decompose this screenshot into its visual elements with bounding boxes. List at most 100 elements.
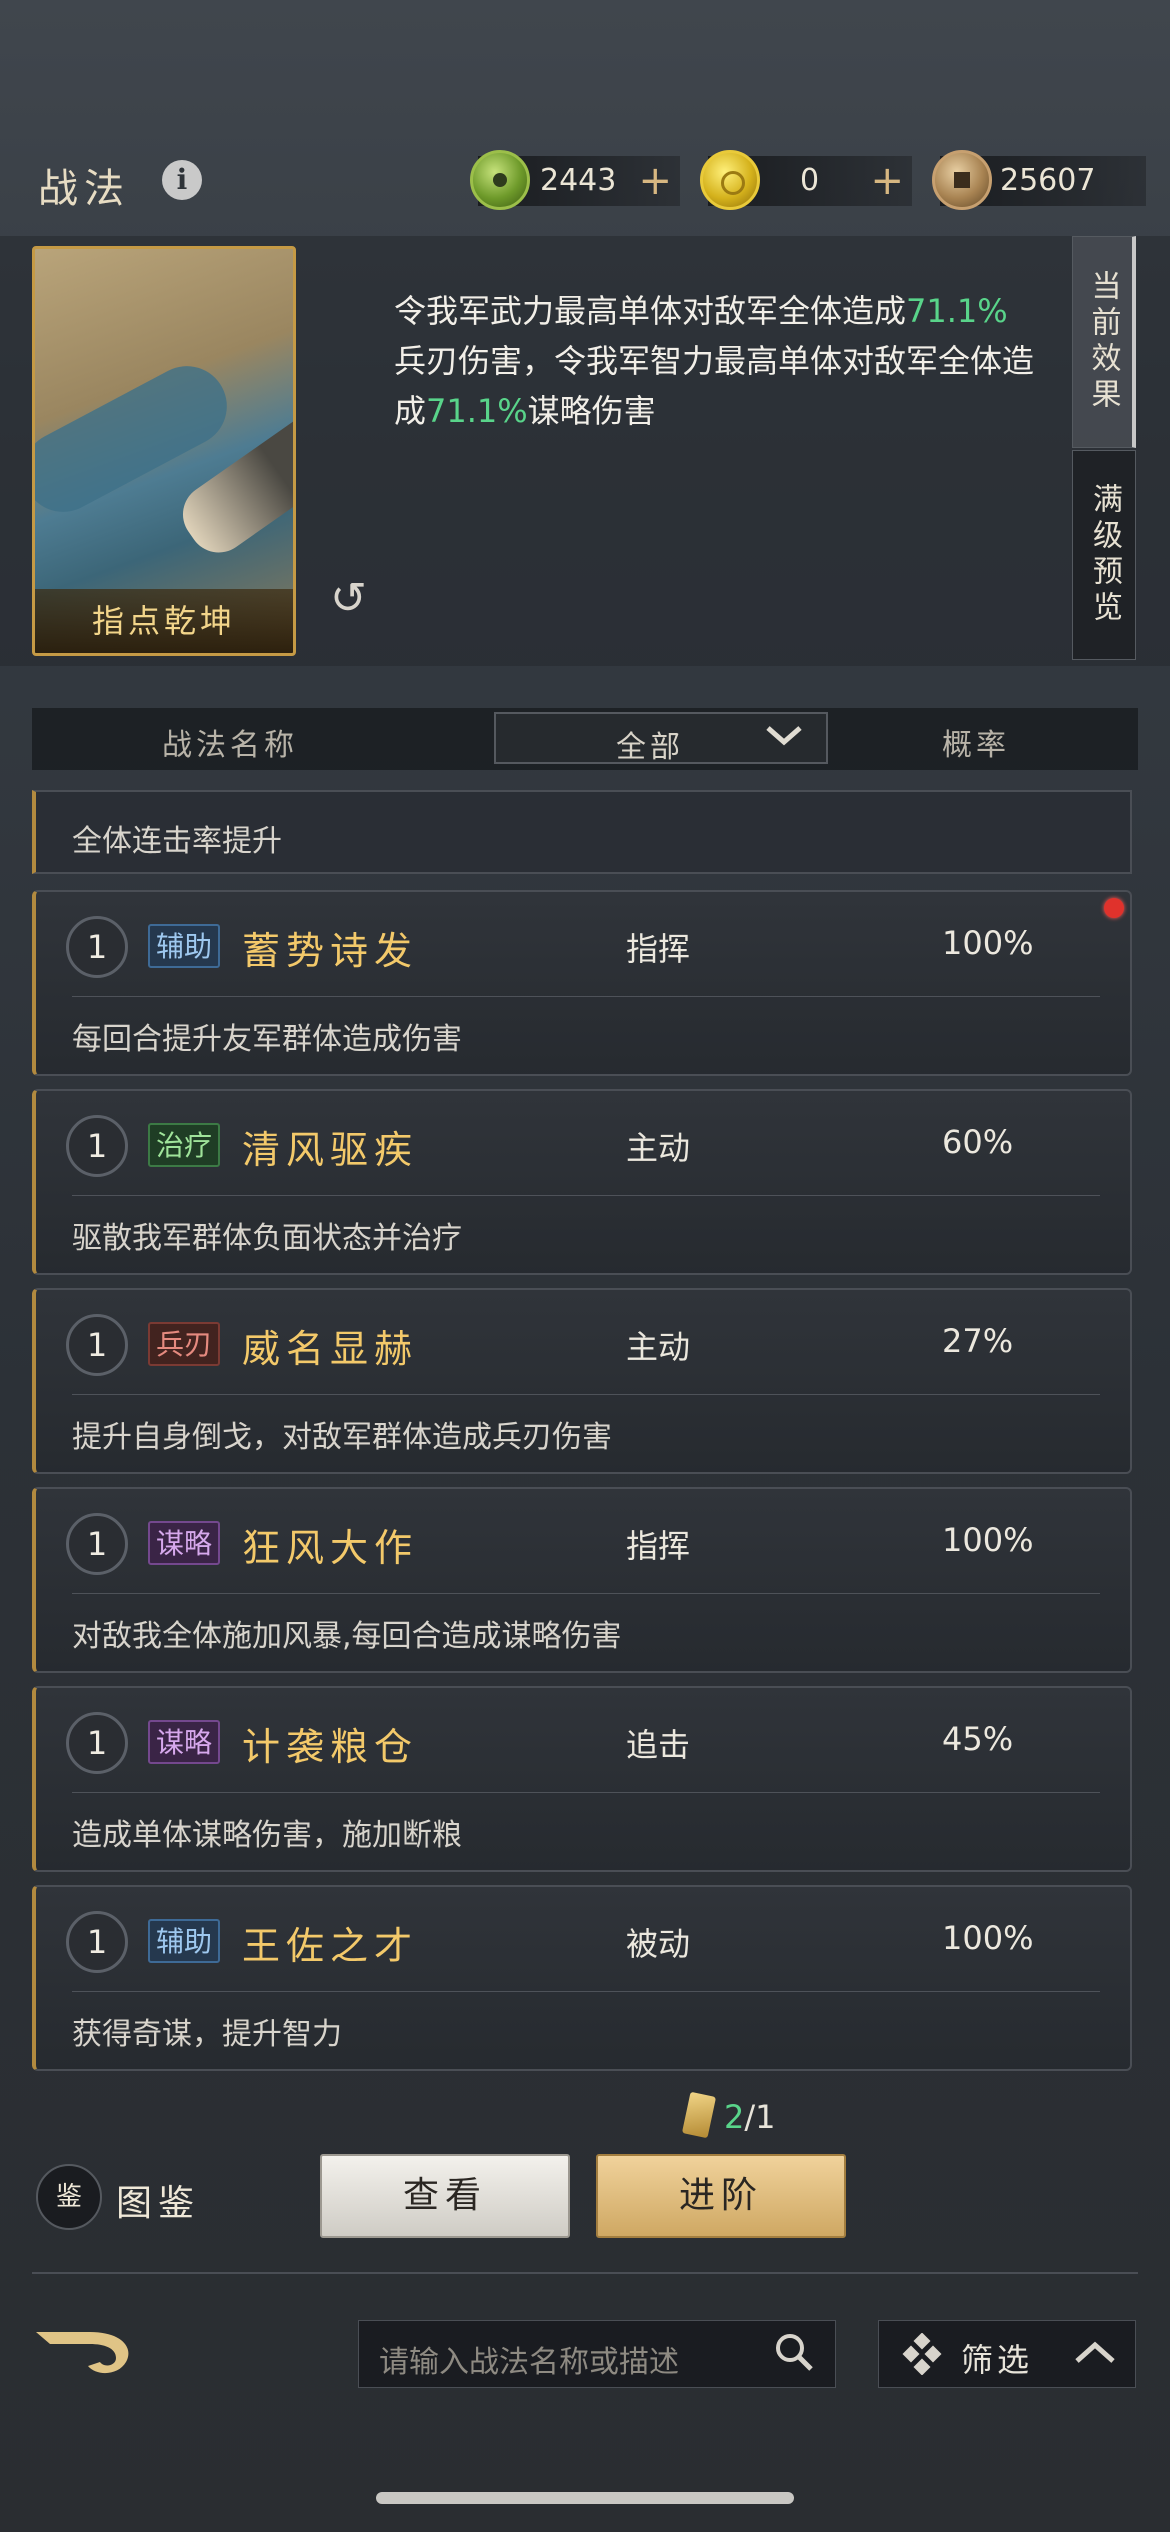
tab-max-level-preview[interactable]: 满级预览 (1072, 450, 1136, 660)
gold-coin-icon (700, 150, 760, 210)
scroll-icon (681, 2091, 717, 2139)
skill-type: 主动 (626, 1328, 691, 1366)
chevron-up-icon (1073, 2331, 1117, 2379)
card-name: 指点乾坤 (35, 589, 293, 653)
skill-type: 指挥 (626, 930, 691, 968)
type-filter-dropdown[interactable]: 全部 (494, 712, 828, 765)
skill-desc: 造成单体谋略伤害，施加断粮 (72, 1818, 462, 1853)
divider (72, 996, 1100, 997)
copper-coin-icon (932, 150, 992, 210)
list-item[interactable]: 1 治疗 清风驱疾 主动 60% 驱散我军群体负面状态并治疗 (32, 1089, 1132, 1275)
skill-level: 1 (66, 1115, 128, 1177)
skill-type: 指挥 (626, 1527, 691, 1565)
chevron-down-icon (764, 720, 804, 758)
skill-name: 计袭粮仓 (242, 1725, 419, 1769)
refresh-icon[interactable]: ↺ (330, 576, 376, 622)
search-icon[interactable] (773, 2331, 815, 2382)
skill-card[interactable]: 指点乾坤 (32, 246, 296, 656)
desc-value-2: 71.1% (426, 392, 528, 430)
notification-dot (1104, 898, 1124, 918)
list-header: 战法名称 全部 概率 (32, 708, 1138, 770)
count-text: 2/1 (724, 2098, 776, 2136)
list-item[interactable]: 1 谋略 计袭粮仓 追击 45% 造成单体谋略伤害，施加断粮 (32, 1686, 1132, 1872)
skill-rate: 27% (942, 1322, 1014, 1360)
page-title: 战法 (38, 166, 130, 212)
divider (72, 1991, 1100, 1992)
copper-resource: 25607 (932, 150, 1146, 210)
advance-button[interactable]: 进阶 (596, 2154, 846, 2238)
list-item-partial[interactable]: 全体连击率提升 (32, 790, 1132, 874)
list-item[interactable]: 1 辅助 蓄势诗发 指挥 100% 每回合提升友军群体造成伤害 (32, 890, 1132, 1076)
skill-tag: 谋略 (148, 1720, 221, 1764)
skill-level: 1 (66, 916, 128, 978)
skill-desc: 对敌我全体施加风暴,每回合造成谋略伤害 (72, 1619, 622, 1654)
search-bar[interactable]: 请输入战法名称或描述 (358, 2320, 836, 2388)
column-name-header: 战法名称 (162, 728, 298, 763)
skill-desc: 驱散我军群体负面状态并治疗 (72, 1221, 462, 1256)
skill-type: 被动 (626, 1925, 691, 1963)
top-bar: 战法 i 2443 + 0 + 25607 (0, 140, 1170, 220)
count-current: 2 (724, 2098, 745, 2136)
gold-resource: 0 + (700, 150, 912, 210)
skill-rate: 60% (942, 1123, 1014, 1161)
filter-label: 筛选 (961, 2341, 1034, 2379)
skill-name: 清风驱疾 (242, 1128, 419, 1172)
divider (72, 1792, 1100, 1793)
skill-tag: 辅助 (148, 924, 221, 968)
jade-value: 2443 (540, 163, 617, 198)
album-icon: 鉴 (36, 2164, 102, 2230)
skill-desc: 获得奇谋，提升智力 (72, 2017, 342, 2052)
column-rate-header: 概率 (942, 728, 1010, 763)
skill-desc: 提升自身倒戈，对敌军群体造成兵刃伤害 (72, 1420, 612, 1455)
skill-name: 王佐之才 (242, 1924, 419, 1968)
jade-resource: 2443 + (470, 150, 680, 210)
skill-rate: 100% (942, 924, 1034, 962)
skill-level: 1 (66, 1314, 128, 1376)
skill-name: 狂风大作 (242, 1526, 419, 1570)
list-item[interactable]: 1 辅助 王佐之才 被动 100% 获得奇谋，提升智力 (32, 1885, 1132, 2071)
skill-level: 1 (66, 1911, 128, 1973)
skill-level: 1 (66, 1712, 128, 1774)
skill-type: 主动 (626, 1129, 691, 1167)
count-total: /1 (744, 2098, 776, 2136)
desc-text-3: 谋略伤害 (527, 392, 656, 430)
gold-value: 0 (800, 163, 820, 198)
jade-coin-icon (470, 150, 530, 210)
skill-type: 追击 (626, 1726, 691, 1764)
desc-value-1: 71.1% (906, 292, 1008, 330)
home-indicator[interactable] (376, 2492, 794, 2504)
skill-rate: 100% (942, 1919, 1034, 1957)
filter-icon (901, 2332, 943, 2384)
desc-text-1: 令我军武力最高单体对敌军全体造成 (394, 292, 907, 330)
view-button[interactable]: 查看 (320, 2154, 570, 2238)
tab-current-effect[interactable]: 当前效果 (1072, 236, 1136, 448)
skill-name: 威名显赫 (242, 1327, 419, 1371)
search-input[interactable]: 请输入战法名称或描述 (379, 2337, 679, 2381)
divider (72, 1593, 1100, 1594)
back-icon[interactable] (30, 2318, 140, 2384)
skill-tag: 兵刃 (148, 1322, 221, 1366)
list-item[interactable]: 1 谋略 狂风大作 指挥 100% 对敌我全体施加风暴,每回合造成谋略伤害 (32, 1487, 1132, 1673)
skill-detail-panel: 指点乾坤 ↺ 令我军武力最高单体对敌军全体造成71.1%兵刃伤害，令我军智力最高… (0, 236, 1170, 666)
skill-level: 1 (66, 1513, 128, 1575)
skill-description: 令我军武力最高单体对敌军全体造成71.1%兵刃伤害，令我军智力最高单体对敌军全体… (394, 286, 1034, 436)
copper-value: 25607 (1000, 163, 1096, 198)
divider (72, 1195, 1100, 1196)
filter-selected-label: 全部 (616, 730, 684, 765)
info-icon[interactable]: i (162, 160, 202, 200)
skill-rate: 45% (942, 1720, 1014, 1758)
divider (72, 1394, 1100, 1395)
album-label: 图鉴 (116, 2183, 201, 2224)
skill-rate: 100% (942, 1521, 1034, 1559)
skill-tag: 治疗 (148, 1123, 221, 1167)
skill-tag: 辅助 (148, 1919, 221, 1963)
list-item[interactable]: 1 兵刃 威名显赫 主动 27% 提升自身倒戈，对敌军群体造成兵刃伤害 (32, 1288, 1132, 1474)
skill-tag: 谋略 (148, 1521, 221, 1565)
skill-desc: 全体连击率提升 (72, 824, 282, 859)
gold-add-button[interactable]: + (870, 158, 904, 204)
skill-name: 蓄势诗发 (242, 929, 419, 973)
filter-button[interactable]: 筛选 (878, 2320, 1136, 2388)
skill-desc: 每回合提升友军群体造成伤害 (72, 1022, 462, 1057)
jade-add-button[interactable]: + (638, 158, 672, 204)
divider (32, 2272, 1138, 2274)
